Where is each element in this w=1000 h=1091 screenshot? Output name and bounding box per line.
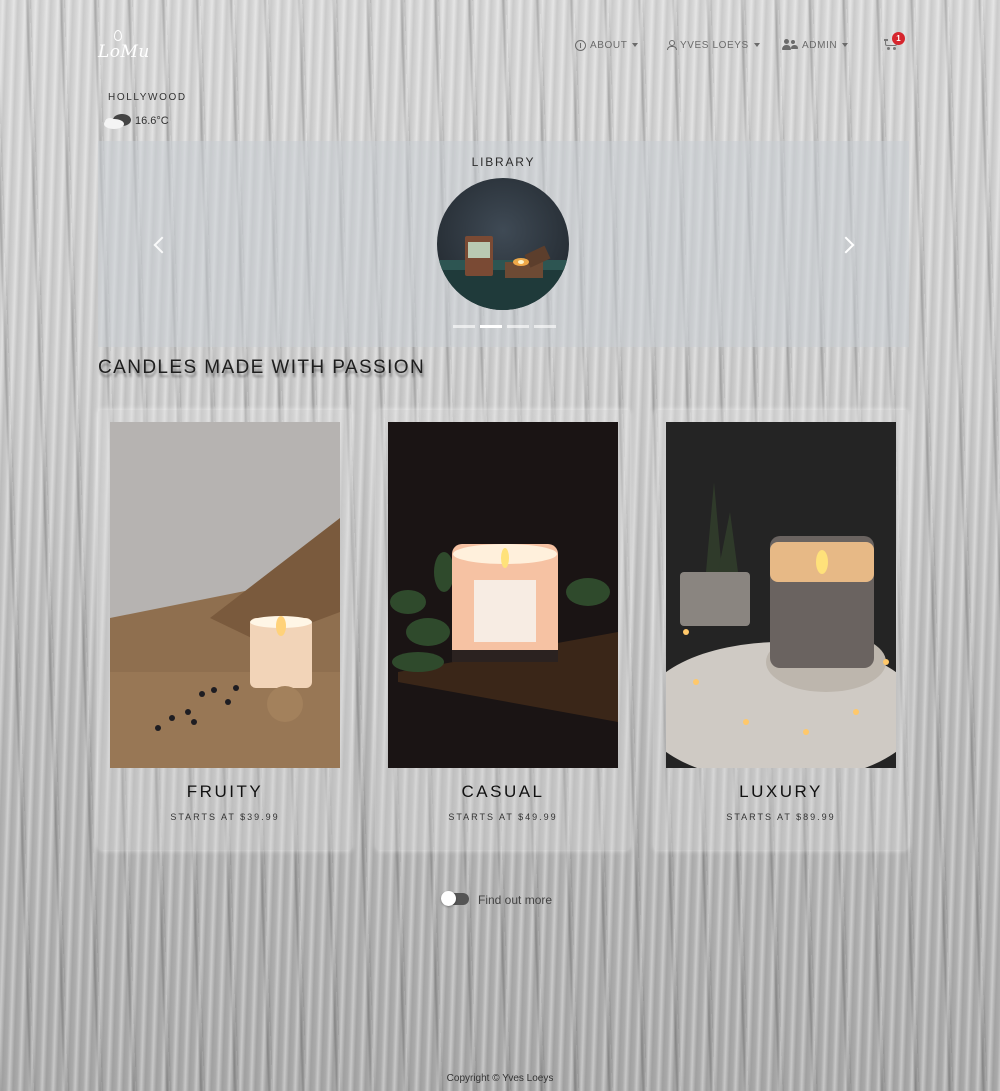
- toggle-knob: [441, 891, 456, 906]
- product-name: FRUITY: [186, 782, 264, 801]
- nav-user[interactable]: YVES LOEYS: [666, 36, 760, 54]
- user-icon: [666, 40, 677, 50]
- caret-down-icon: [842, 43, 849, 47]
- caret-down-icon: [632, 43, 639, 47]
- carousel-indicator-active[interactable]: [480, 325, 502, 328]
- product-card-luxury[interactable]: LUXURY STARTS AT $89.99: [654, 410, 908, 850]
- logo-text: LoMu: [98, 42, 150, 62]
- product-card-casual[interactable]: CASUAL STARTS AT $49.99: [376, 410, 630, 850]
- product-name: LUXURY: [739, 782, 823, 801]
- carousel: LIBRARY: [98, 141, 909, 347]
- nav-about[interactable]: ABOUT: [575, 36, 639, 54]
- users-icon: [782, 39, 798, 51]
- carousel-prev-icon[interactable]: [153, 236, 171, 254]
- section-heading: CANDLES MADE WITH PASSION: [98, 357, 426, 378]
- product-price: STARTS AT $49.99: [448, 812, 558, 822]
- product-card-fruity[interactable]: FRUITY STARTS AT $39.99: [98, 410, 352, 850]
- weather-city: HOLLYWOOD: [108, 92, 187, 103]
- footer-copyright: Copyright © Yves Loeys: [446, 1073, 554, 1084]
- product-price: STARTS AT $39.99: [170, 812, 280, 822]
- carousel-indicator[interactable]: [453, 325, 475, 328]
- nav-admin-label: ADMIN: [802, 39, 838, 51]
- flame-icon: [114, 30, 122, 41]
- slide-title: LIBRARY: [471, 155, 536, 169]
- carousel-indicator[interactable]: [534, 325, 556, 328]
- brand-logo[interactable]: LoMu: [96, 30, 149, 66]
- caret-down-icon: [753, 43, 760, 47]
- slide-image: [437, 178, 569, 310]
- info-icon: [575, 39, 586, 51]
- nav-admin[interactable]: ADMIN: [782, 36, 849, 54]
- product-image-luxury: [666, 422, 896, 768]
- cart-count-badge: 1: [892, 32, 905, 45]
- product-image-fruity: [110, 422, 340, 768]
- weather-temperature: 16.6°C: [135, 115, 169, 127]
- cloud-icon: [104, 114, 131, 129]
- product-image-casual: [388, 422, 618, 768]
- find-out-more-toggle[interactable]: [441, 891, 469, 906]
- product-name: CASUAL: [461, 782, 545, 801]
- toggle-label: Find out more: [478, 893, 553, 907]
- carousel-indicator[interactable]: [507, 325, 529, 328]
- carousel-next-icon[interactable]: [837, 236, 855, 254]
- product-price: STARTS AT $89.99: [726, 812, 836, 822]
- nav-about-label: ABOUT: [590, 39, 628, 51]
- carousel-indicators: [453, 325, 556, 328]
- nav-user-label: YVES LOEYS: [680, 39, 749, 51]
